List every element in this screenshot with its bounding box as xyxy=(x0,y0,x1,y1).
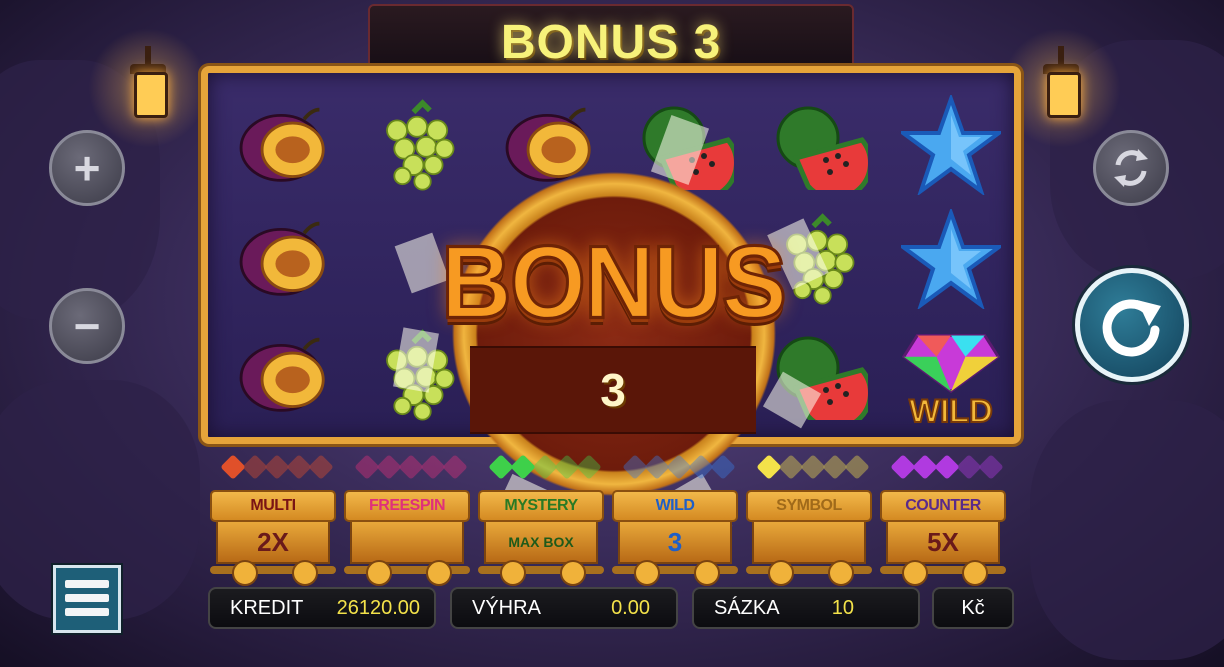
spin-button[interactable] xyxy=(1075,268,1189,382)
win-label: VÝHRA xyxy=(472,596,541,619)
feature-progress-gems xyxy=(890,454,1004,480)
win-panel: VÝHRA 0.00 xyxy=(450,587,678,629)
progress-gem xyxy=(978,454,1004,480)
progress-gem xyxy=(420,454,446,480)
wild-icon: WILD xyxy=(901,334,1001,428)
plum-symbol xyxy=(230,89,340,201)
feature-cart-multi: 2X MULTI xyxy=(210,490,336,586)
menu-button[interactable] xyxy=(53,565,121,633)
progress-gem xyxy=(442,454,468,480)
progress-gem xyxy=(912,454,938,480)
progress-gem xyxy=(576,454,602,480)
feature-cart-wild: 3 WILD xyxy=(612,490,738,586)
progress-gem xyxy=(554,454,580,480)
bonus-count-band: 3 xyxy=(470,346,756,434)
plum-symbol xyxy=(230,319,340,431)
wild-label: WILD xyxy=(909,392,993,428)
credit-panel: KREDIT 26120.00 xyxy=(208,587,436,629)
minus-icon: − xyxy=(73,300,101,352)
grapes-symbol xyxy=(363,89,473,201)
progress-gem xyxy=(710,454,736,480)
win-value: 0.00 xyxy=(611,596,650,619)
progress-gem xyxy=(532,454,558,480)
feature-label: MYSTERY xyxy=(478,490,604,522)
star-symbol xyxy=(896,203,1006,315)
plum-icon xyxy=(239,337,325,412)
bet-increase-button[interactable]: + xyxy=(49,130,125,206)
currency-label: Kč xyxy=(961,596,985,619)
feature-cart-counter: 5X COUNTER xyxy=(880,490,1006,586)
credit-label: KREDIT xyxy=(230,596,304,619)
plum-icon xyxy=(239,107,325,182)
plus-icon: + xyxy=(73,142,101,194)
progress-gem xyxy=(756,454,782,480)
progress-gem xyxy=(688,454,714,480)
wild-symbol: WILD xyxy=(896,319,1006,431)
feature-value xyxy=(350,520,464,564)
spin-icon xyxy=(1102,299,1161,357)
lantern-right xyxy=(1001,28,1121,148)
bet-label: SÁZKA xyxy=(714,596,780,619)
plum-symbol xyxy=(230,203,340,315)
progress-gem xyxy=(644,454,670,480)
autoplay-button[interactable] xyxy=(1093,130,1169,206)
star-icon xyxy=(901,95,1001,195)
progress-gem xyxy=(622,454,648,480)
bonus-title: BONUS 3 xyxy=(500,15,722,69)
autoplay-icon xyxy=(1114,149,1148,187)
watermelon-symbol xyxy=(763,89,873,201)
feature-cart-freespin: FREESPIN xyxy=(344,490,470,586)
star-icon xyxy=(901,209,1001,309)
plum-icon xyxy=(239,221,325,296)
feature-progress-gems xyxy=(622,454,736,480)
progress-gem xyxy=(666,454,692,480)
feature-value: 5X xyxy=(886,520,1000,564)
feature-progress-gems xyxy=(354,454,468,480)
feature-progress-gems xyxy=(756,454,870,480)
credit-value: 26120.00 xyxy=(336,596,420,619)
feature-value: 2X xyxy=(216,520,330,564)
progress-gem xyxy=(844,454,870,480)
lantern-left xyxy=(88,28,208,148)
bonus-word: BONUS xyxy=(440,223,789,342)
bet-panel[interactable]: SÁZKA 10 xyxy=(692,587,920,629)
cave-rock xyxy=(1030,400,1224,660)
progress-gem xyxy=(934,454,960,480)
progress-gem xyxy=(398,454,424,480)
bet-decrease-button[interactable]: − xyxy=(49,288,125,364)
feature-label: WILD xyxy=(612,490,738,522)
feature-label: MULTI xyxy=(210,490,336,522)
feature-label: SYMBOL xyxy=(746,490,872,522)
progress-gem xyxy=(376,454,402,480)
star-symbol xyxy=(896,89,1006,201)
progress-gem xyxy=(242,454,268,480)
progress-gem xyxy=(220,454,246,480)
progress-gem xyxy=(956,454,982,480)
progress-gem xyxy=(890,454,916,480)
grapes-icon xyxy=(386,99,455,191)
progress-gem xyxy=(286,454,312,480)
feature-progress-gems xyxy=(220,454,334,480)
feature-cart-symbol: SYMBOL xyxy=(746,490,872,586)
progress-gem xyxy=(264,454,290,480)
progress-gem xyxy=(354,454,380,480)
feature-label: COUNTER xyxy=(880,490,1006,522)
bet-value: 10 xyxy=(831,596,854,619)
progress-gem xyxy=(308,454,334,480)
feature-label: FREESPIN xyxy=(344,490,470,522)
progress-gem xyxy=(800,454,826,480)
currency-button[interactable]: Kč xyxy=(932,587,1014,629)
progress-gem xyxy=(778,454,804,480)
feature-value: MAX BOX xyxy=(484,520,598,564)
feature-progress-gems xyxy=(488,454,602,480)
progress-gem xyxy=(822,454,848,480)
feature-value xyxy=(752,520,866,564)
progress-gem xyxy=(488,454,514,480)
feature-cart-mystery: MAX BOX MYSTERY xyxy=(478,490,604,586)
progress-gem xyxy=(510,454,536,480)
bonus-count: 3 xyxy=(600,364,626,416)
watermelon-icon xyxy=(776,106,868,190)
feature-value: 3 xyxy=(618,520,732,564)
